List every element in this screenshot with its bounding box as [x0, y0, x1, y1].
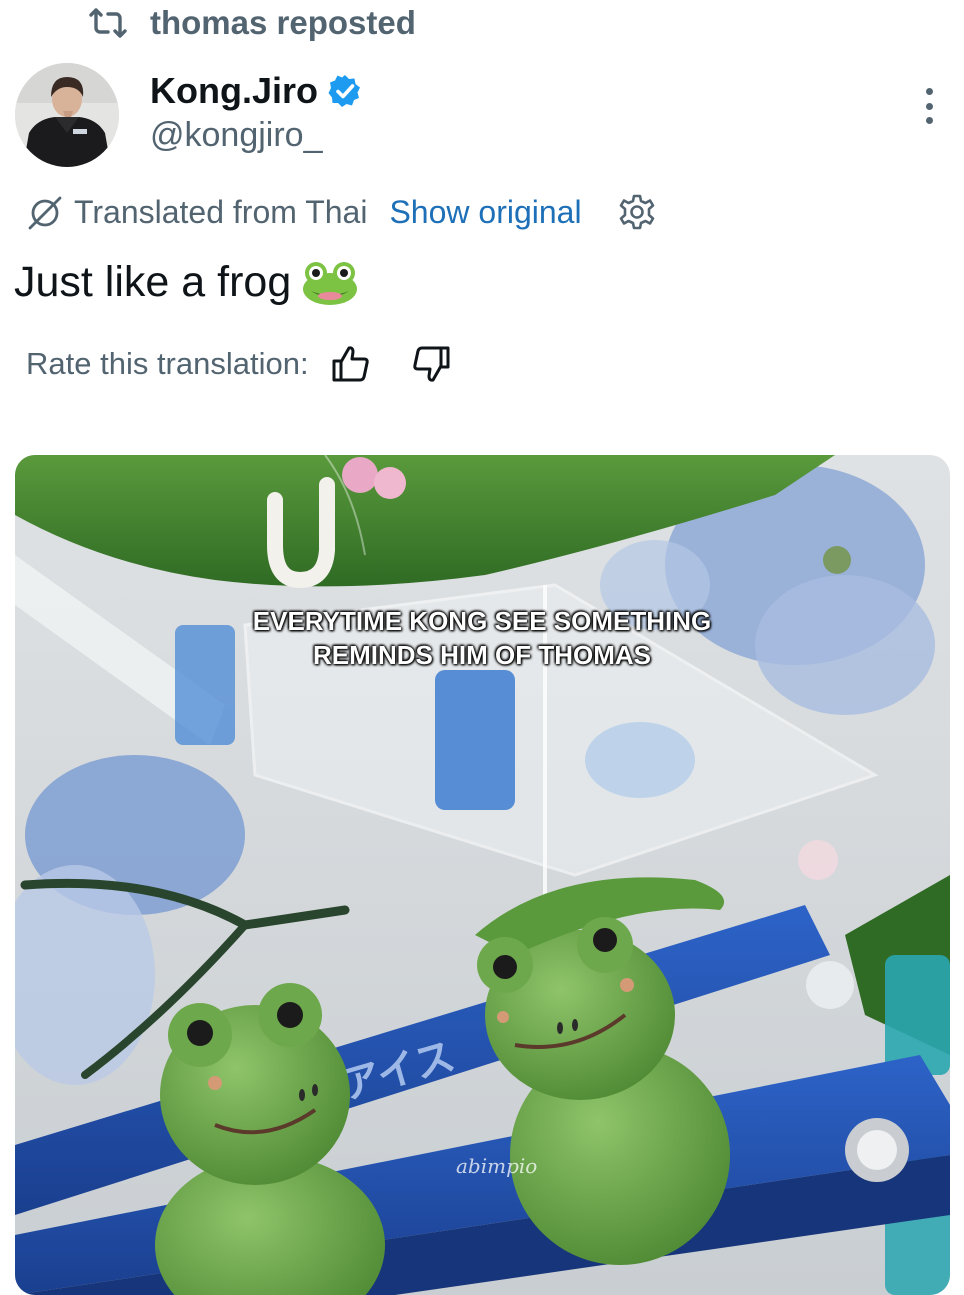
- frog-emoji-icon: [303, 261, 358, 305]
- show-original-link[interactable]: Show original: [389, 194, 581, 231]
- handle[interactable]: @kongjiro_: [150, 116, 323, 155]
- repost-icon: [89, 8, 127, 38]
- translated-label: Translated from Thai: [74, 193, 368, 230]
- thumbs-up-icon[interactable]: [331, 344, 371, 384]
- thumbs-down-icon[interactable]: [411, 344, 451, 384]
- watermark: abimpio: [456, 1154, 538, 1178]
- avatar[interactable]: [15, 63, 119, 167]
- rate-translation-label: Rate this translation:: [26, 346, 309, 381]
- verified-badge-icon: [328, 75, 360, 107]
- more-options-icon[interactable]: [918, 88, 940, 124]
- tweet-text: Just like a frog: [14, 258, 292, 306]
- translate-globe-icon: [28, 196, 62, 230]
- display-name[interactable]: Kong.Jiro: [150, 70, 318, 112]
- gear-icon[interactable]: [618, 193, 656, 231]
- repost-label[interactable]: thomas reposted: [150, 4, 416, 42]
